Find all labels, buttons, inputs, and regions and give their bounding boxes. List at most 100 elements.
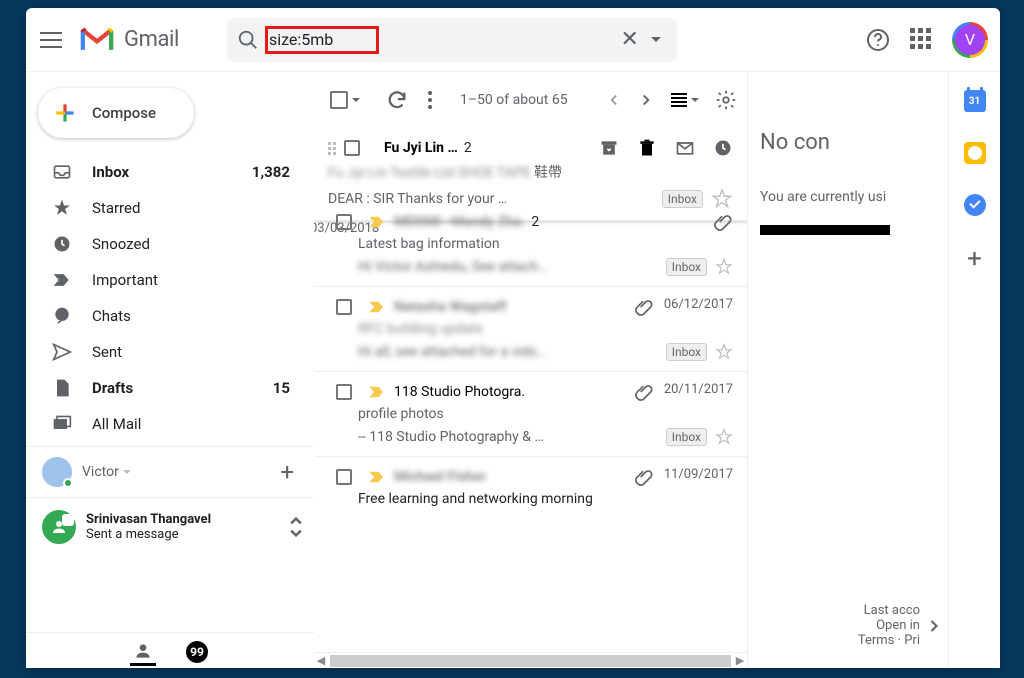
- message-checkbox[interactable]: [336, 299, 352, 315]
- attachment-icon: [713, 212, 733, 232]
- search-bar[interactable]: ✕: [227, 18, 677, 62]
- user-name: Victor: [82, 464, 119, 480]
- snippet: DEAR : SIR Thanks for your …: [328, 191, 656, 207]
- messages-list[interactable]: Fu Jyi Lin … 2 Fu Jyi Lin Textile Ltd SH…: [314, 128, 747, 652]
- expand-chevron-icon[interactable]: [924, 616, 944, 636]
- star-icon[interactable]: [715, 258, 733, 276]
- search-icon[interactable]: [237, 29, 259, 51]
- user-caret-icon: [123, 470, 131, 474]
- sender-name: Natasha Wagstaff: [394, 299, 507, 315]
- sent-icon: [52, 342, 72, 362]
- message-checkbox[interactable]: [336, 214, 352, 230]
- label-badge[interactable]: Inbox: [662, 190, 703, 208]
- density-icon[interactable]: [671, 93, 687, 107]
- add-addon-icon[interactable]: +: [967, 246, 982, 272]
- allmail-icon: [52, 414, 72, 434]
- storage-bar: [760, 225, 890, 235]
- attachment-icon: [634, 467, 654, 487]
- important-icon[interactable]: [368, 470, 386, 484]
- snippet: -- 118 Studio Photography & …: [358, 429, 660, 445]
- important-icon[interactable]: [368, 215, 386, 229]
- sidebar-item-sent[interactable]: Sent: [26, 334, 314, 370]
- plus-icon: [52, 100, 78, 126]
- chat-expand-icon[interactable]: [290, 515, 302, 539]
- chat-row[interactable]: Srinivasan Thangavel Sent a message: [26, 502, 314, 552]
- sidebar-item-starred[interactable]: Starred: [26, 190, 314, 226]
- calendar-icon[interactable]: 31: [964, 90, 986, 112]
- message-row[interactable]: 118 Studio Photogra. 20/11/2017 profile …: [314, 372, 747, 457]
- scrollbar-thumb[interactable]: [330, 655, 731, 667]
- preview-subtitle: You are currently usi: [760, 189, 948, 205]
- sidebar-item-snoozed[interactable]: Snoozed: [26, 226, 314, 262]
- message-checkbox[interactable]: [344, 140, 360, 156]
- list-toolbar: 1–50 of about 65: [314, 72, 747, 128]
- new-chat-icon[interactable]: +: [280, 458, 294, 486]
- scroll-right-icon[interactable]: ▶: [733, 654, 747, 667]
- sidebar: Compose Inbox 1,382 Starred Snoozed: [26, 72, 314, 668]
- help-icon[interactable]: [866, 28, 890, 52]
- select-all-checkbox[interactable]: [330, 91, 348, 109]
- message-checkbox[interactable]: [336, 384, 352, 400]
- preview-title: No con: [760, 130, 948, 155]
- label-badge[interactable]: Inbox: [666, 343, 707, 361]
- chat-avatar-icon: [42, 510, 76, 544]
- sidebar-item-drafts[interactable]: Drafts 15: [26, 370, 314, 406]
- sidebar-item-important[interactable]: Important: [26, 262, 314, 298]
- tasks-icon[interactable]: [964, 194, 986, 216]
- search-options-caret[interactable]: [651, 37, 661, 42]
- archive-icon[interactable]: [599, 138, 619, 158]
- thread-count: 2: [531, 214, 539, 230]
- important-icon[interactable]: [368, 300, 386, 314]
- next-page-icon[interactable]: [637, 91, 655, 109]
- more-icon[interactable]: [428, 91, 432, 109]
- hangouts-tab[interactable]: 99: [184, 638, 210, 666]
- select-caret[interactable]: [352, 98, 360, 102]
- density-caret[interactable]: [691, 98, 699, 102]
- snooze-icon[interactable]: [713, 138, 733, 158]
- sidebar-item-allmail[interactable]: All Mail: [26, 406, 314, 442]
- star-icon[interactable]: [711, 188, 733, 210]
- attachment-icon: [634, 297, 654, 317]
- contacts-tab[interactable]: [130, 638, 156, 666]
- message-row[interactable]: Natasha Wagstaff 06/12/2017 RFC building…: [314, 287, 747, 372]
- menu-icon[interactable]: [40, 32, 62, 48]
- refresh-icon[interactable]: [386, 89, 408, 111]
- message-row[interactable]: Fu Jyi Lin … 2 Fu Jyi Lin Textile Ltd SH…: [314, 128, 747, 221]
- clear-search-icon[interactable]: ✕: [621, 27, 639, 52]
- sender-name: Michael Fisher: [394, 469, 486, 485]
- footer-line[interactable]: Terms · Pri: [858, 633, 920, 648]
- apps-icon[interactable]: [910, 28, 934, 52]
- message-checkbox[interactable]: [336, 469, 352, 485]
- label-badge[interactable]: Inbox: [666, 428, 707, 446]
- inbox-icon: [52, 162, 72, 182]
- divider: [26, 446, 314, 447]
- sidebar-item-chats[interactable]: Chats: [26, 298, 314, 334]
- important-icon[interactable]: [368, 385, 386, 399]
- compose-button[interactable]: Compose: [38, 88, 194, 138]
- settings-icon[interactable]: [715, 89, 737, 111]
- star-icon[interactable]: [715, 343, 733, 361]
- scroll-left-icon[interactable]: ◀: [314, 654, 328, 667]
- chat-message: Sent a message: [86, 527, 211, 542]
- mark-unread-icon[interactable]: [675, 138, 695, 158]
- drag-handle-icon[interactable]: [328, 142, 336, 155]
- gmail-m-icon: [80, 27, 114, 53]
- gmail-logo[interactable]: Gmail: [80, 27, 179, 53]
- message-row[interactable]: Michael Fisher 11/09/2017 Free learning …: [314, 457, 747, 517]
- horizontal-scrollbar[interactable]: ◀ ▶: [314, 652, 747, 668]
- message-row[interactable]: MDDMI—Mandy Zha. 2 Latest bag informatio…: [314, 212, 747, 287]
- keep-icon[interactable]: [964, 142, 986, 164]
- hangouts-user-row[interactable]: Victor +: [26, 451, 314, 493]
- preview-pane: No con You are currently usi Last acco O…: [748, 72, 948, 668]
- snippet: Hi all, see attached for a vids…: [358, 344, 660, 360]
- account-avatar[interactable]: V: [952, 22, 988, 58]
- chat-sender: Srinivasan Thangavel: [86, 512, 211, 527]
- sidebar-item-inbox[interactable]: Inbox 1,382: [26, 154, 314, 190]
- label-badge[interactable]: Inbox: [666, 258, 707, 276]
- footer-line[interactable]: Open in: [876, 618, 920, 633]
- star-icon[interactable]: [715, 428, 733, 446]
- thread-count: 2: [464, 140, 472, 156]
- delete-icon[interactable]: [637, 138, 657, 158]
- search-input[interactable]: [269, 30, 621, 49]
- attachment-icon: [634, 382, 654, 402]
